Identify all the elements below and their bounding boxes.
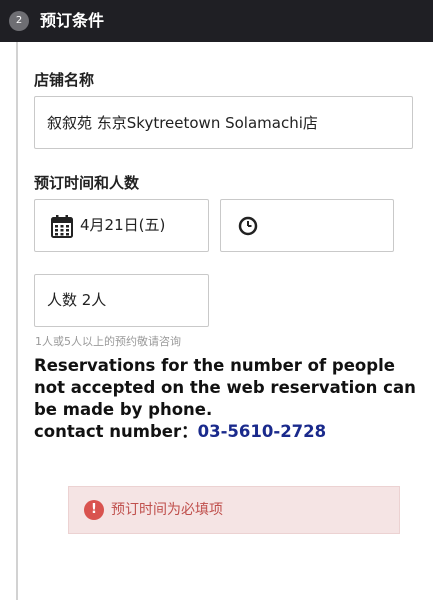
error-message: 预订时间为必填项 [111,502,223,518]
step-number-badge: 2 [9,11,29,31]
store-name-label: 店铺名称 [34,71,95,89]
notice-text: Reservations for the number of people no… [34,356,416,419]
store-name-field[interactable]: 叙叙苑 东京Skytreetown Solamachi店 [34,96,413,149]
datetime-label: 预订时间和人数 [34,174,140,192]
phone-reservation-notice: Reservations for the number of people no… [34,355,426,443]
time-picker[interactable] [220,199,394,252]
section-header: 2 预订条件 [0,0,433,42]
party-size-hint: 1人或5人以上的预约敬请咨询 [35,335,181,348]
date-value: 4月21日(五) [80,216,166,234]
party-size-select[interactable]: 人数 2人 [34,274,209,327]
date-picker[interactable]: 4月21日(五) [34,199,209,252]
error-alert: ! 预订时间为必填项 [68,486,400,534]
calendar-icon [51,215,73,238]
section-title: 预订条件 [40,11,105,30]
contact-label: contact number： [34,422,198,441]
exclamation-icon: ! [84,500,104,520]
store-name-value: 叙叙苑 东京Skytreetown Solamachi店 [47,114,318,132]
step-timeline-line [16,42,18,600]
contact-line: contact number：03-5610-2728 [34,421,426,443]
phone-number-link[interactable]: 03-5610-2728 [198,422,327,441]
party-size-value: 人数 2人 [47,291,107,309]
clock-icon [238,216,258,236]
